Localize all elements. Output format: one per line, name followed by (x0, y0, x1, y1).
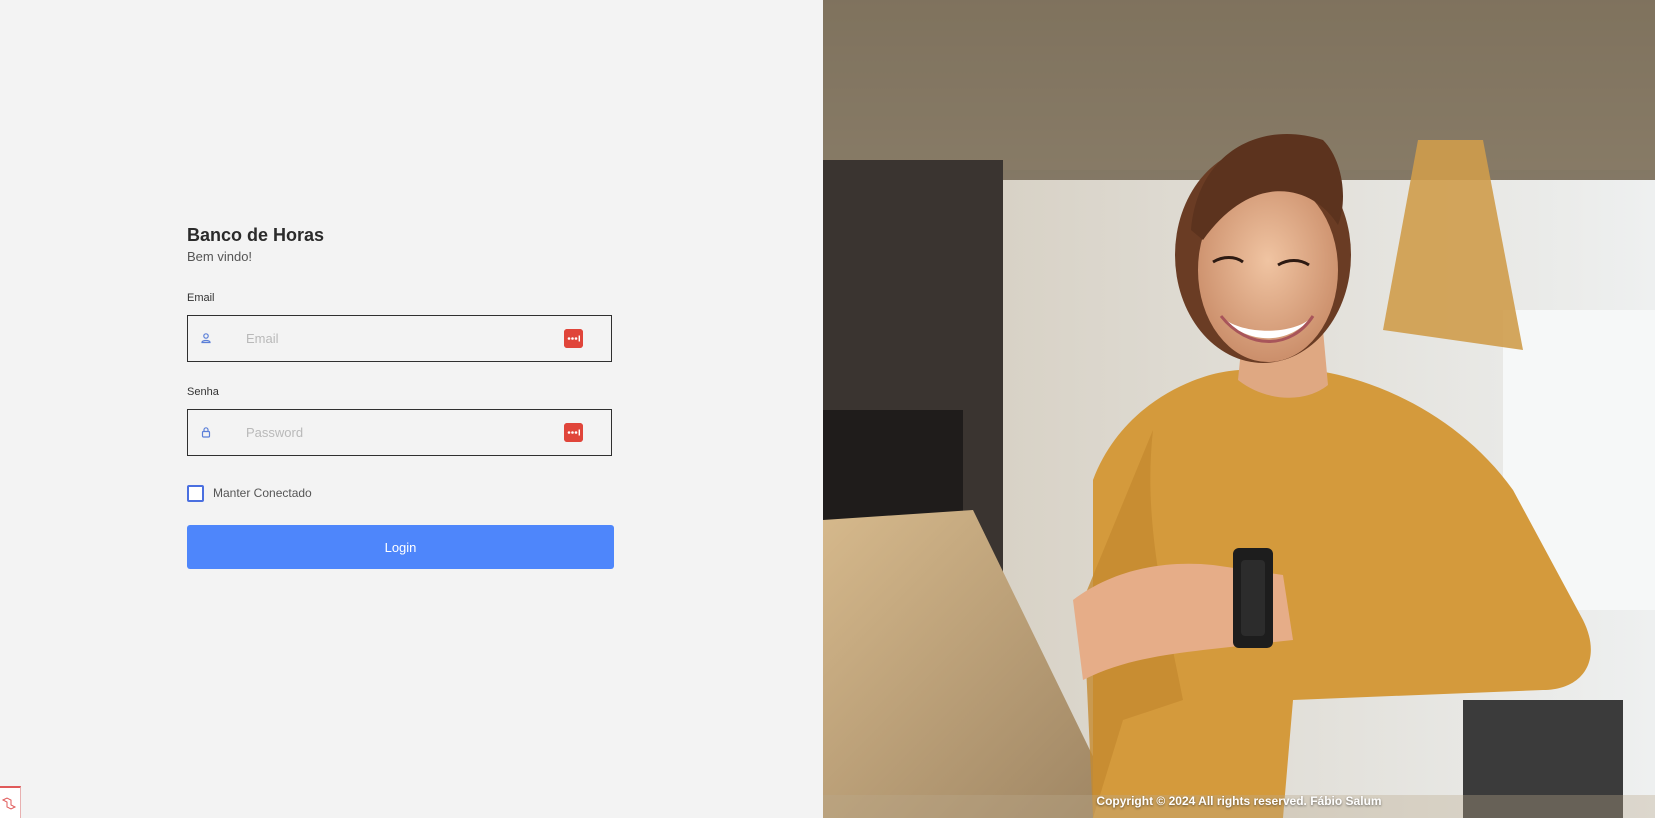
email-field[interactable] (187, 315, 612, 362)
login-form: Banco de Horas Bem vindo! Email Senha (187, 224, 614, 569)
remember-label: Manter Conectado (213, 486, 312, 500)
hero-photo (823, 0, 1655, 818)
password-input[interactable] (246, 410, 546, 455)
email-label: Email (187, 292, 215, 304)
lock-icon (201, 427, 211, 438)
remember-checkbox[interactable] (187, 484, 204, 502)
password-label: Senha (187, 386, 219, 398)
password-field[interactable] (187, 409, 612, 456)
remember-me[interactable]: Manter Conectado (187, 484, 614, 502)
welcome-text: Bem vindo! (187, 249, 253, 264)
app-title: Banco de Horas (187, 225, 325, 245)
login-button[interactable]: Login (187, 525, 614, 569)
copyright-text: Copyright © 2024 All rights reserved. Fá… (1096, 794, 1382, 808)
login-page: Banco de Horas Bem vindo! Email Senha (0, 0, 1655, 818)
hero-image: Copyright © 2024 All rights reserved. Fá… (823, 0, 1655, 818)
laravel-icon (1, 797, 17, 810)
login-panel: Banco de Horas Bem vindo! Email Senha (0, 0, 823, 818)
email-input[interactable] (246, 316, 546, 361)
user-icon (201, 333, 211, 344)
debug-bar-toggle[interactable] (0, 786, 21, 818)
password-manager-icon[interactable] (564, 423, 583, 442)
password-manager-icon[interactable] (564, 329, 583, 348)
